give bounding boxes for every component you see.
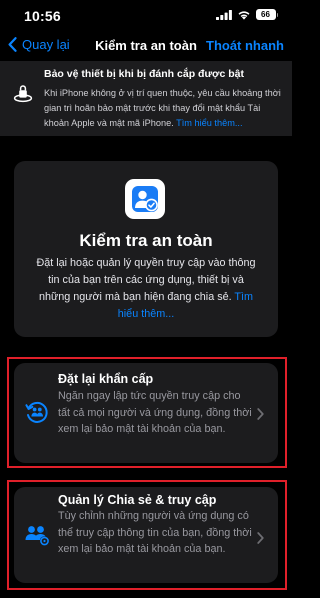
stolen-device-protection-banner: Bảo vệ thiết bị khi bị đánh cắp được bật… [0, 61, 292, 136]
intro-title: Kiểm tra an toàn [79, 231, 213, 250]
navigation-bar: Quay lại Kiểm tra an toàn Thoát nhanh [0, 34, 292, 60]
quick-exit-button[interactable]: Thoát nhanh [206, 38, 284, 53]
emergency-reset-button[interactable]: Đặt lại khẩn cấp Ngăn ngay lập tức quyền… [14, 363, 278, 463]
status-time: 10:56 [24, 8, 61, 24]
manage-sharing-title: Quản lý Chia sẻ & truy cập [58, 493, 217, 507]
battery-level: 66 [255, 9, 276, 20]
chevron-right-icon [257, 408, 264, 420]
safety-check-app-icon [125, 179, 165, 219]
safety-check-intro-card: Kiểm tra an toàn Đặt lại hoặc quản lý qu… [14, 161, 278, 337]
banner-title: Bảo vệ thiết bị khi bị đánh cắp được bật [44, 68, 245, 80]
emergency-reset-description: Ngăn ngay lập tức quyền truy cập cho tất… [58, 390, 252, 435]
emergency-reset-title: Đặt lại khẩn cấp [58, 372, 154, 386]
people-manage-icon [25, 526, 50, 546]
back-label: Quay lại [22, 37, 70, 52]
banner-text: Khi iPhone không ở vị trí quen thuộc, yê… [44, 88, 281, 128]
emergency-reset-icon [25, 401, 48, 423]
back-button[interactable]: Quay lại [8, 37, 70, 52]
battery-icon: 66 [255, 9, 278, 20]
stolen-device-protection-icon [13, 85, 33, 103]
status-bar: 10:56 66 [0, 0, 292, 32]
banner-learn-more-link[interactable]: Tìm hiểu thêm... [176, 118, 242, 128]
intro-body: Đặt lại hoặc quản lý quyền truy cập vào … [32, 255, 260, 323]
chevron-left-icon [8, 37, 17, 52]
manage-sharing-access-button[interactable]: Quản lý Chia sẻ & truy cập Tùy chỉnh nhữ… [14, 487, 278, 583]
manage-sharing-description: Tùy chỉnh những người và ứng dụng có thể… [58, 510, 252, 555]
intro-text: Đặt lại hoặc quản lý quyền truy cập vào … [36, 257, 256, 303]
status-icons: 66 [215, 9, 278, 20]
banner-body: Khi iPhone không ở vị trí quen thuộc, yê… [44, 86, 284, 131]
chevron-right-icon [257, 532, 264, 544]
wifi-icon [238, 10, 249, 20]
cellular-signal-icon [215, 9, 232, 20]
